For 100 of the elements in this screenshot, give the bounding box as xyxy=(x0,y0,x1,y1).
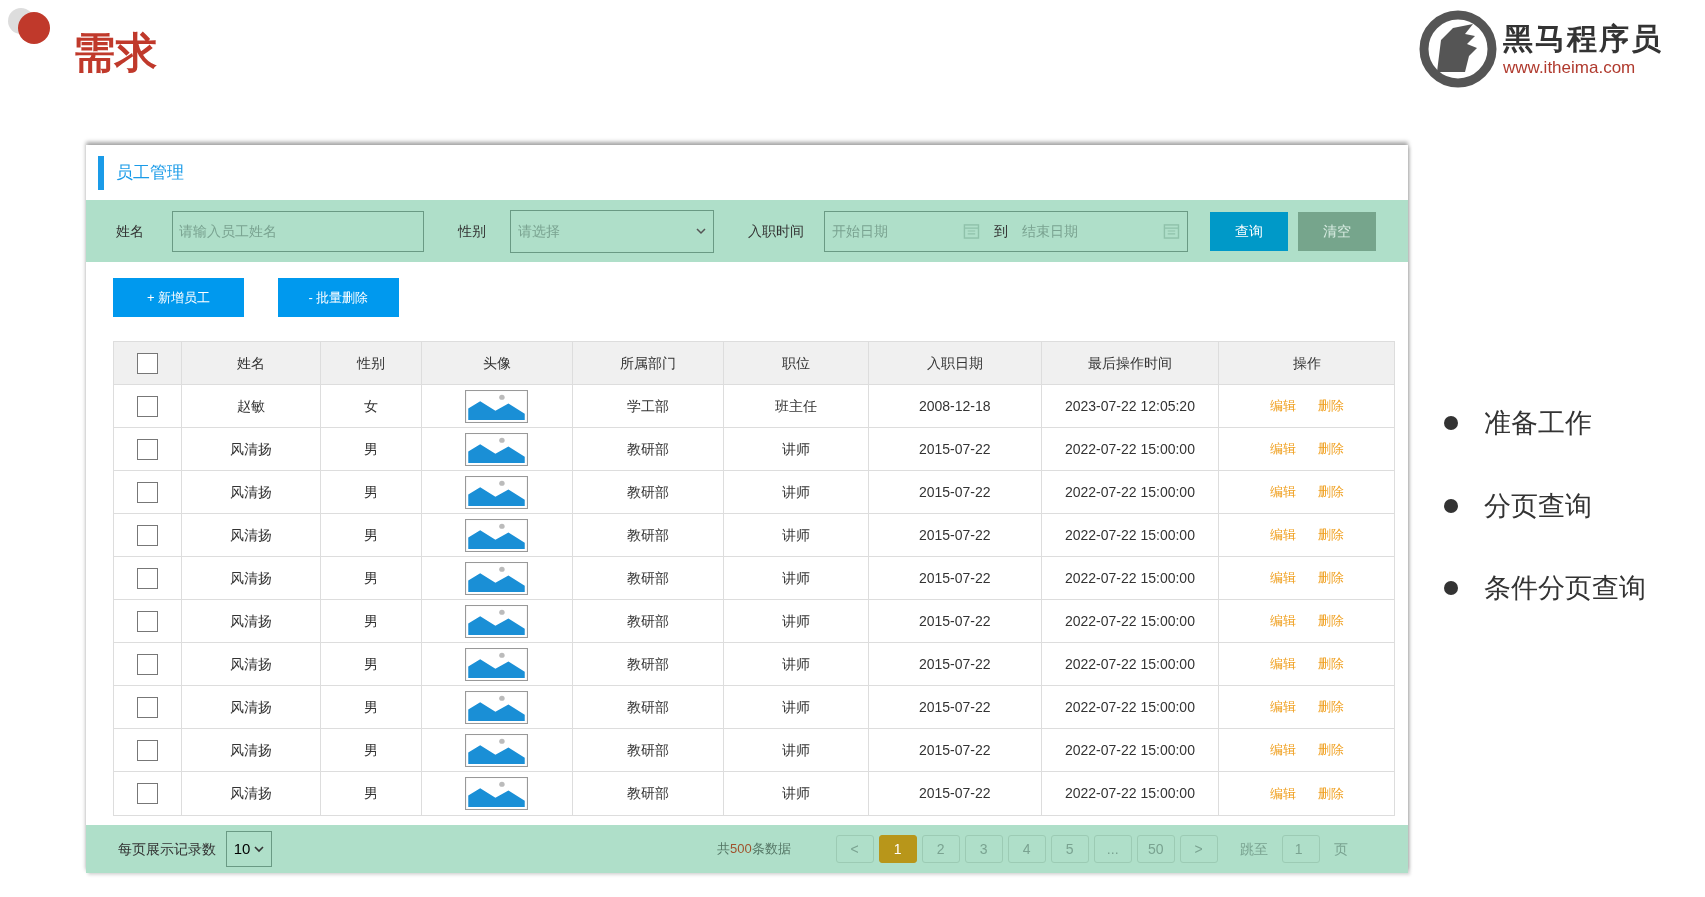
delete-link[interactable]: 删除 xyxy=(1317,439,1344,459)
table-cell-text: 教研部 xyxy=(627,611,670,631)
slide-title: 需求 xyxy=(73,32,157,74)
table-cell-text: 男 xyxy=(363,482,378,502)
bullet-text: 准备工作 xyxy=(1484,407,1592,440)
table-cell-text: 风清扬 xyxy=(229,525,272,545)
checkbox[interactable] xyxy=(136,524,158,546)
logo-url: www.itheima.com xyxy=(1503,57,1637,79)
table-cell-text: 风清扬 xyxy=(229,611,272,631)
page-button[interactable]: 5 xyxy=(1050,835,1089,863)
image-icon xyxy=(465,647,529,681)
checkbox[interactable] xyxy=(136,481,158,503)
table-cell-text: 教研部 xyxy=(627,784,670,803)
delete-link[interactable]: 删除 xyxy=(1317,482,1344,502)
page-button[interactable]: 3 xyxy=(964,835,1003,863)
image-icon xyxy=(465,518,529,552)
edit-link[interactable]: 编辑 xyxy=(1269,740,1296,760)
edit-link[interactable]: 编辑 xyxy=(1269,697,1296,717)
delete-link[interactable]: 删除 xyxy=(1317,740,1344,760)
table-cell-text: 男 xyxy=(363,740,378,760)
delete-link[interactable]: 删除 xyxy=(1317,783,1344,804)
edit-link[interactable]: 编辑 xyxy=(1269,654,1296,674)
chevron-down-icon xyxy=(696,227,706,235)
page-button[interactable]: ... xyxy=(1093,835,1132,863)
table-cell-text: 2015-07-22 xyxy=(918,482,991,502)
table-cell-text: 讲师 xyxy=(781,654,810,674)
query-button[interactable]: 查询 xyxy=(1210,211,1288,251)
column-header: 操作 xyxy=(1292,353,1321,373)
page-button[interactable]: 50 xyxy=(1136,835,1175,863)
batch-delete-button[interactable]: - 批量删除 xyxy=(278,278,399,317)
table-cell-text: 讲师 xyxy=(781,482,810,502)
table-cell-text: 教研部 xyxy=(627,697,670,717)
calendar-icon xyxy=(1163,222,1180,240)
delete-link[interactable]: 删除 xyxy=(1317,611,1344,631)
date-range-field[interactable]: 开始日期 到 结束日期 xyxy=(824,210,1188,252)
edit-link[interactable]: 编辑 xyxy=(1269,482,1296,502)
edit-link[interactable]: 编辑 xyxy=(1269,783,1296,804)
table-cell-text: 教研部 xyxy=(627,568,670,588)
table-cell-text: 2022-07-22 15:00:00 xyxy=(1064,568,1195,588)
page-button[interactable]: > xyxy=(1179,835,1218,863)
edit-link[interactable]: 编辑 xyxy=(1269,568,1296,588)
bullet-text: 分页查询 xyxy=(1484,489,1592,523)
table-cell-text: 教研部 xyxy=(627,654,670,674)
edit-link[interactable]: 编辑 xyxy=(1269,439,1296,459)
checkbox[interactable] xyxy=(136,696,158,718)
delete-link[interactable]: 删除 xyxy=(1317,568,1344,588)
delete-link[interactable]: 删除 xyxy=(1317,654,1344,674)
table-cell-text: 男 xyxy=(363,697,378,717)
page-button[interactable]: 4 xyxy=(1007,835,1046,863)
edit-link[interactable]: 编辑 xyxy=(1269,611,1296,631)
chevron-down-icon xyxy=(254,845,265,853)
filter-label: 入职时间 xyxy=(748,221,804,241)
table-cell-text: 男 xyxy=(363,654,378,674)
table-cell-text: 男 xyxy=(363,439,378,459)
checkbox[interactable] xyxy=(136,395,158,417)
table-cell-text: 男 xyxy=(363,525,378,545)
delete-link[interactable]: 删除 xyxy=(1317,525,1344,545)
filter-label: 性别 xyxy=(458,221,486,241)
table-cell-text: 教研部 xyxy=(627,740,670,760)
edit-link[interactable]: 编辑 xyxy=(1269,525,1296,545)
checkbox[interactable] xyxy=(136,653,158,675)
table-cell-text: 讲师 xyxy=(781,439,810,459)
table-cell-text: 风清扬 xyxy=(229,697,272,717)
table-cell-text: 讲师 xyxy=(781,784,810,803)
table-cell-text: 讲师 xyxy=(781,525,810,545)
edit-link[interactable]: 编辑 xyxy=(1269,396,1296,416)
table-cell-text: 讲师 xyxy=(781,740,810,760)
table-cell-text: 2022-07-22 15:00:00 xyxy=(1064,439,1195,459)
page-button[interactable]: < xyxy=(835,835,874,863)
page-button[interactable]: 1 xyxy=(878,835,917,863)
checkbox[interactable] xyxy=(136,610,158,632)
total-count: 共500条数据 xyxy=(717,840,791,859)
image-icon xyxy=(465,604,529,638)
delete-link[interactable]: 删除 xyxy=(1317,396,1344,416)
table-cell-text: 2015-07-22 xyxy=(918,784,991,803)
column-header: 所属部门 xyxy=(620,353,677,373)
clear-button[interactable]: 清空 xyxy=(1298,211,1376,251)
table-cell-text: 教研部 xyxy=(627,439,670,459)
table-cell-text: 2022-07-22 15:00:00 xyxy=(1064,784,1195,803)
filter-label: 姓名 xyxy=(116,221,144,241)
checkbox[interactable] xyxy=(136,567,158,589)
table-cell-text: 风清扬 xyxy=(229,654,272,674)
table-cell-text: 教研部 xyxy=(627,482,670,502)
table-cell-text: 2015-07-22 xyxy=(918,439,991,459)
checkbox[interactable] xyxy=(136,783,158,804)
page-size-select[interactable]: 10 xyxy=(226,831,272,867)
page-button[interactable]: 2 xyxy=(921,835,960,863)
page-unit: 页 xyxy=(1333,839,1348,859)
page-jump-field[interactable]: 1 xyxy=(1281,835,1320,863)
table-cell-text: 风清扬 xyxy=(229,439,272,459)
add-employee-button[interactable]: + 新增员工 xyxy=(113,278,244,317)
image-icon xyxy=(465,561,529,595)
checkbox[interactable] xyxy=(136,438,158,460)
gender-select[interactable]: 请选择 xyxy=(510,209,714,253)
delete-link[interactable]: 删除 xyxy=(1317,697,1344,717)
name-input-field[interactable]: 请输入员工姓名 xyxy=(172,210,424,252)
checkbox[interactable] xyxy=(136,739,158,761)
checkbox[interactable] xyxy=(136,352,158,374)
image-icon xyxy=(465,432,529,466)
table-cell-text: 2022-07-22 15:00:00 xyxy=(1064,482,1195,502)
